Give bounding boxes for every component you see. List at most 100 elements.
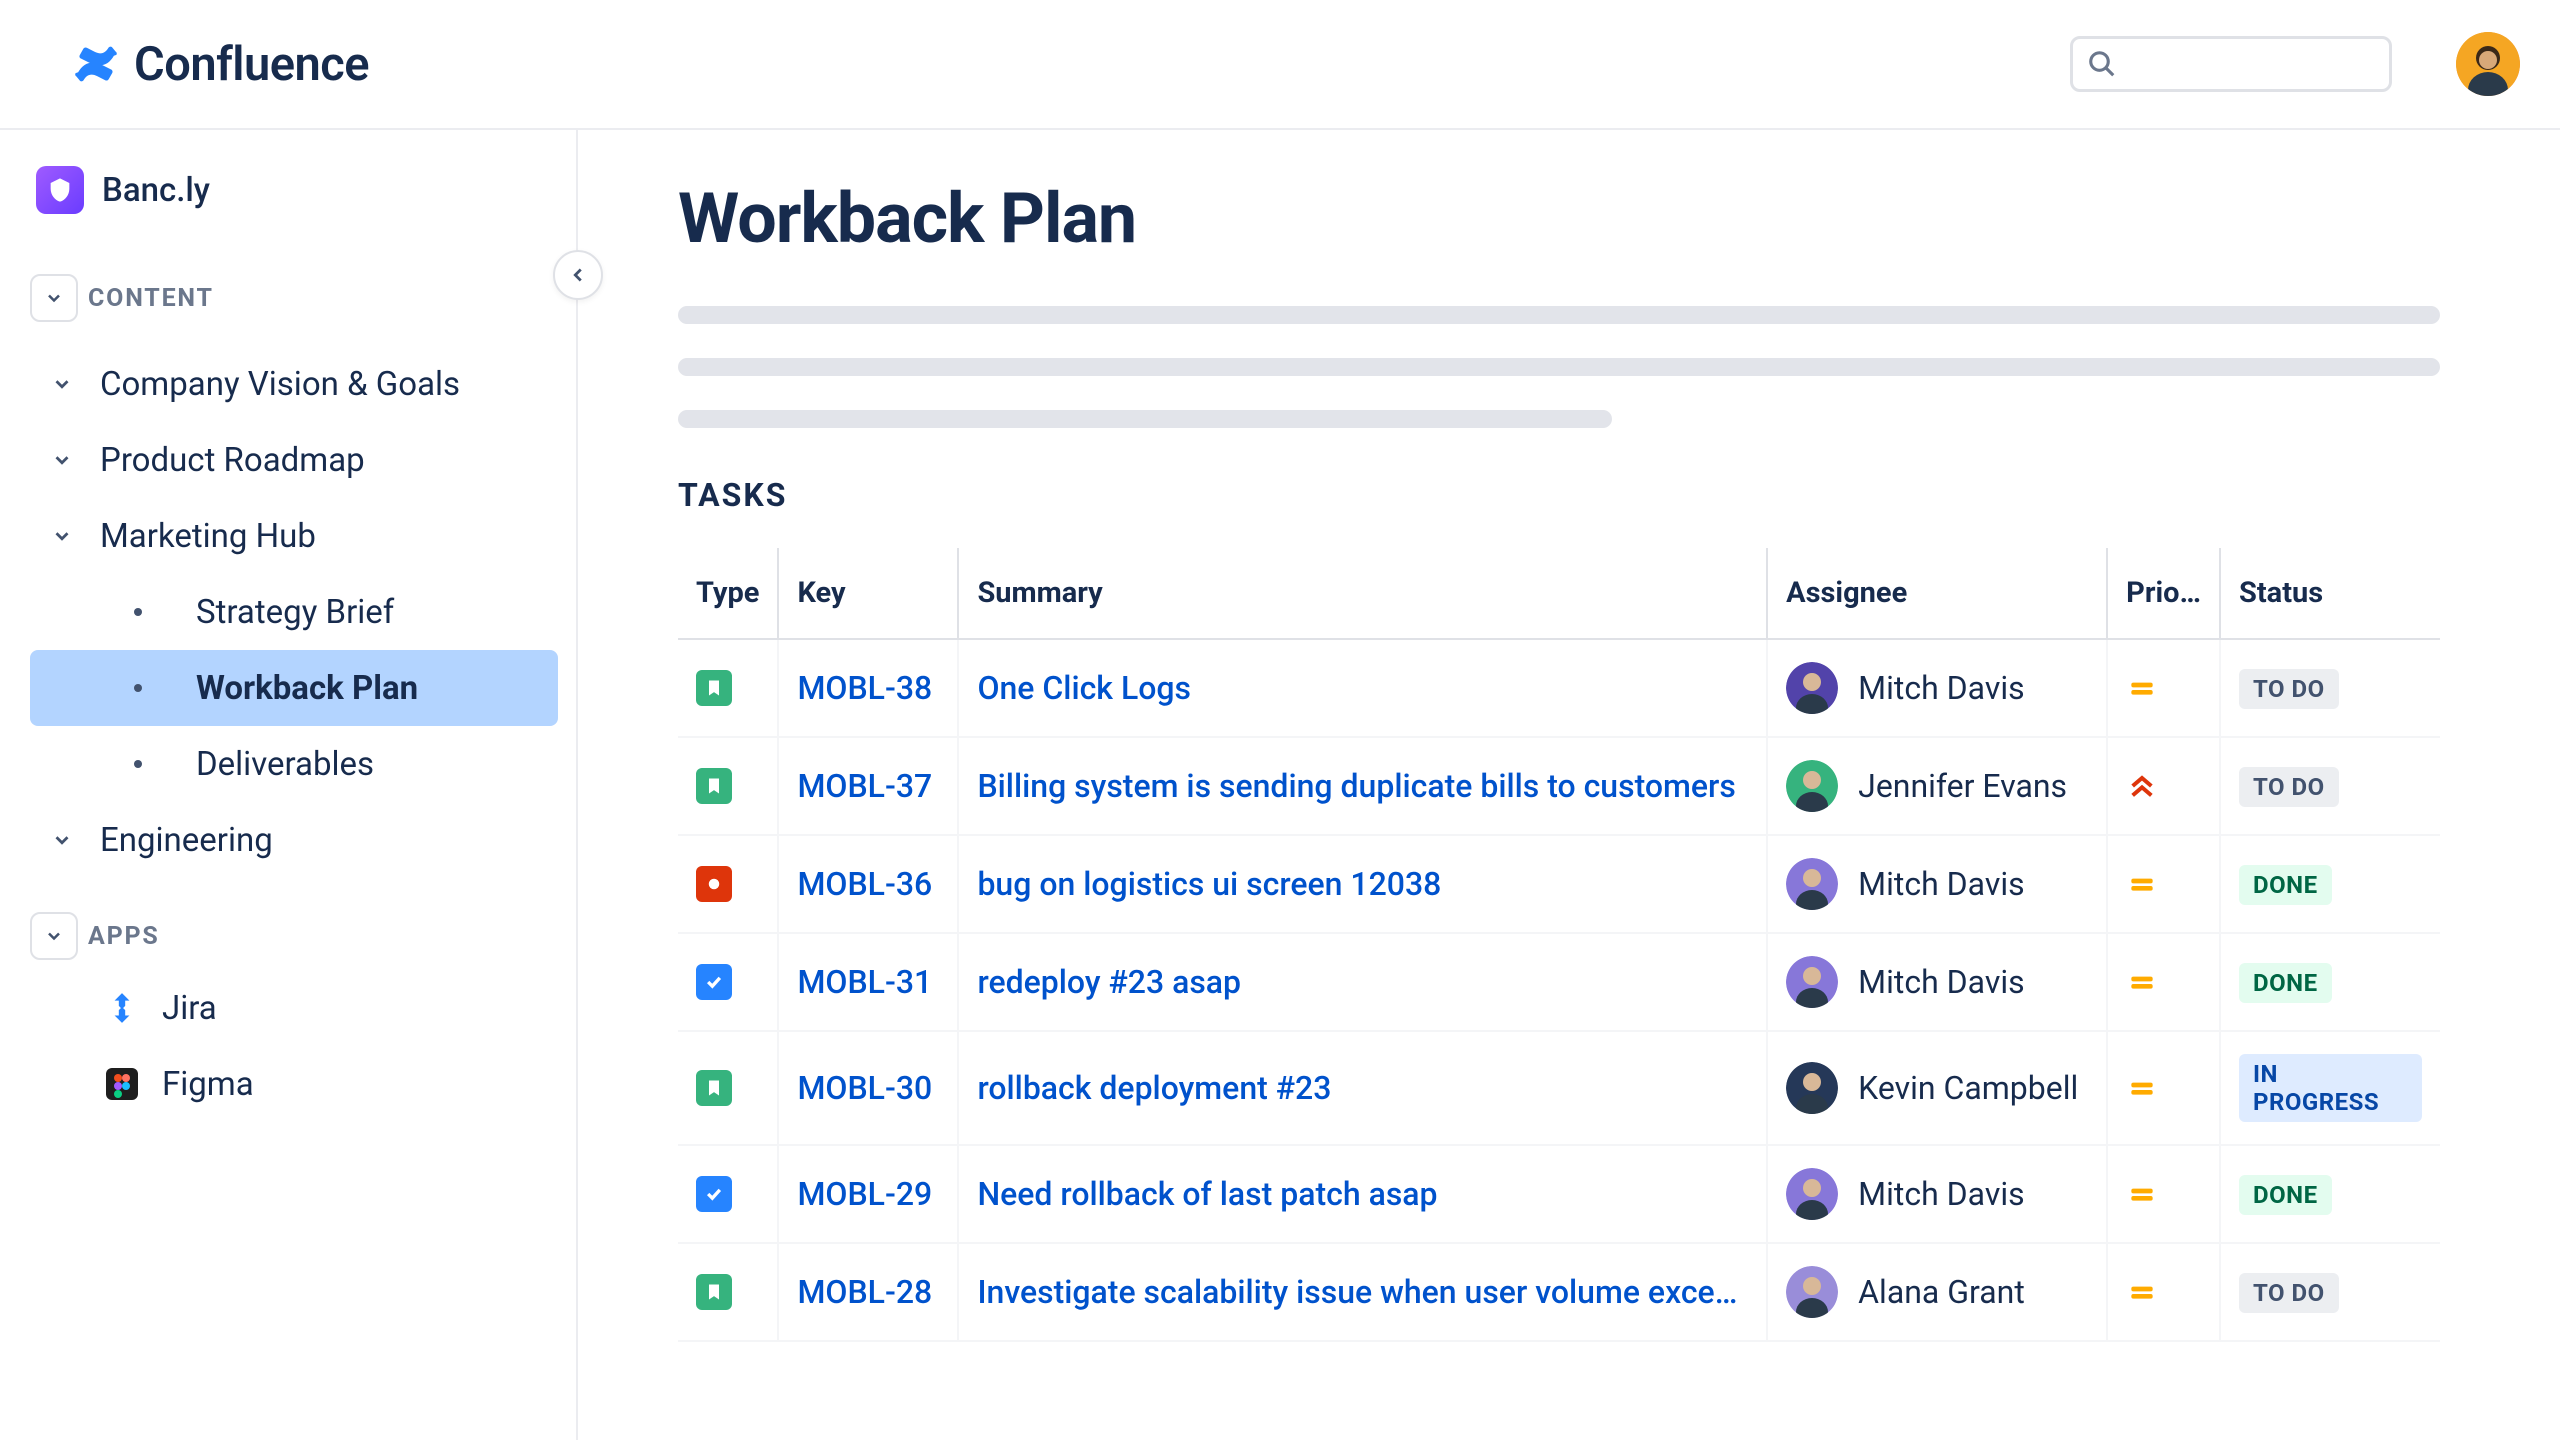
- issue-summary-link[interactable]: rollback deployment #23: [977, 1069, 1331, 1107]
- cell-type: [678, 639, 778, 737]
- bug-icon: [696, 866, 732, 902]
- chevron-down-icon: [30, 274, 78, 322]
- status-badge: IN PROGRESS: [2239, 1054, 2422, 1122]
- app-item-figma[interactable]: Figma: [30, 1046, 558, 1122]
- priority-medium-icon: [2126, 672, 2158, 704]
- search-input[interactable]: [2070, 36, 2392, 92]
- cell-status: TO DO: [2220, 737, 2440, 835]
- tasks-table: Type Key Summary Assignee Prio… Status M…: [678, 548, 2440, 1342]
- space-name: Banc.ly: [102, 171, 210, 210]
- issue-summary-link[interactable]: Need rollback of last patch asap: [977, 1175, 1437, 1213]
- assignee-name: Mitch Davis: [1858, 865, 2024, 903]
- topbar: Confluence: [0, 0, 2560, 130]
- cell-priority: [2107, 737, 2220, 835]
- sidebar-item[interactable]: Engineering: [30, 802, 558, 878]
- priority-medium-icon: [2126, 966, 2158, 998]
- cell-type: [678, 1031, 778, 1145]
- status-badge: TO DO: [2239, 669, 2339, 709]
- column-summary[interactable]: Summary: [958, 548, 1767, 639]
- cell-key: MOBL-28: [778, 1243, 958, 1341]
- chevron-down-icon: [48, 373, 76, 395]
- story-icon: [696, 1274, 732, 1310]
- sidebar-item-label: Company Vision & Goals: [100, 365, 460, 404]
- cell-key: MOBL-29: [778, 1145, 958, 1243]
- issue-summary-link[interactable]: One Click Logs: [977, 669, 1191, 707]
- cell-assignee: Mitch Davis: [1767, 1145, 2107, 1243]
- assignee-avatar: [1786, 1062, 1838, 1114]
- content-tree: Company Vision & Goals Product Roadmap Mar…: [30, 346, 558, 878]
- logo[interactable]: Confluence: [74, 37, 369, 92]
- table-row[interactable]: MOBL-30rollback deployment #23Kevin Camp…: [678, 1031, 2440, 1145]
- cell-type: [678, 1243, 778, 1341]
- search-icon: [2087, 49, 2117, 79]
- table-row[interactable]: MOBL-31 redeploy #23 asap Mitch Davis DONE: [678, 933, 2440, 1031]
- issue-key-link[interactable]: MOBL-37: [797, 767, 932, 805]
- table-row[interactable]: MOBL-38 One Click Logs Mitch Davis TO DO: [678, 639, 2440, 737]
- sidebar-item[interactable]: Product Roadmap: [30, 422, 558, 498]
- cell-summary: One Click Logs: [958, 639, 1767, 737]
- assignee-avatar: [1786, 1168, 1838, 1220]
- jira-icon: [104, 990, 140, 1026]
- table-row[interactable]: MOBL-29 Need rollback of last patch asap M…: [678, 1145, 2440, 1243]
- column-key[interactable]: Key: [778, 548, 958, 639]
- brand-name: Confluence: [134, 37, 369, 92]
- cell-priority: [2107, 1031, 2220, 1145]
- sidebar-item[interactable]: Workback Plan: [30, 650, 558, 726]
- story-icon: [696, 768, 732, 804]
- priority-medium-icon: [2126, 868, 2158, 900]
- column-status[interactable]: Status: [2220, 548, 2440, 639]
- column-type[interactable]: Type: [678, 548, 778, 639]
- user-avatar[interactable]: [2456, 32, 2520, 96]
- main-content: Workback Plan TASKS Type Key Summary Ass…: [578, 130, 2560, 1440]
- table-row[interactable]: MOBL-28 Investigate scalability issue whe…: [678, 1243, 2440, 1341]
- sidebar-item[interactable]: Deliverables: [30, 726, 558, 802]
- bullet-icon: [134, 608, 142, 616]
- sidebar-item[interactable]: Marketing Hub: [30, 498, 558, 574]
- table-row[interactable]: MOBL-36 bug on logistics ui screen 12038 M…: [678, 835, 2440, 933]
- content-section-header[interactable]: CONTENT: [30, 264, 558, 332]
- assignee-name: Mitch Davis: [1858, 963, 2024, 1001]
- assignee-name: Mitch Davis: [1858, 669, 2024, 707]
- space-selector[interactable]: Banc.ly: [30, 154, 558, 226]
- app-item-jira[interactable]: Jira: [30, 970, 558, 1046]
- cell-priority: [2107, 1145, 2220, 1243]
- table-row[interactable]: MOBL-37 Billing system is sending duplica…: [678, 737, 2440, 835]
- issue-key-link[interactable]: MOBL-28: [797, 1273, 932, 1311]
- issue-key-link[interactable]: MOBL-29: [797, 1175, 932, 1213]
- issue-summary-link[interactable]: bug on logistics ui screen 12038: [977, 865, 1441, 903]
- collapse-sidebar-button[interactable]: [553, 250, 603, 300]
- issue-key-link[interactable]: MOBL-30: [797, 1069, 932, 1107]
- cell-priority: [2107, 1243, 2220, 1341]
- priority-highest-icon: [2126, 770, 2158, 802]
- issue-key-link[interactable]: MOBL-31: [797, 963, 932, 1001]
- issue-summary-link[interactable]: redeploy #23 asap: [977, 963, 1241, 1001]
- apps-section-header[interactable]: APPS: [30, 902, 558, 970]
- space-icon: [36, 166, 84, 214]
- cell-status: DONE: [2220, 835, 2440, 933]
- cell-key: MOBL-36: [778, 835, 958, 933]
- issue-summary-link[interactable]: Billing system is sending duplicate bill…: [977, 767, 1735, 805]
- chevron-down-icon: [48, 449, 76, 471]
- issue-summary-link[interactable]: Investigate scalability issue when user …: [977, 1273, 1737, 1311]
- sidebar-item-label: Product Roadmap: [100, 441, 365, 480]
- tasks-heading: TASKS: [678, 476, 2440, 514]
- cell-type: [678, 835, 778, 933]
- cell-key: MOBL-30: [778, 1031, 958, 1145]
- column-priority[interactable]: Prio…: [2107, 548, 2220, 639]
- priority-medium-icon: [2126, 1072, 2158, 1104]
- assignee-avatar: [1786, 760, 1838, 812]
- cell-status: DONE: [2220, 1145, 2440, 1243]
- cell-summary: redeploy #23 asap: [958, 933, 1767, 1031]
- status-badge: TO DO: [2239, 767, 2339, 807]
- column-assignee[interactable]: Assignee: [1767, 548, 2107, 639]
- issue-key-link[interactable]: MOBL-36: [797, 865, 932, 903]
- sidebar-item[interactable]: Company Vision & Goals: [30, 346, 558, 422]
- cell-key: MOBL-37: [778, 737, 958, 835]
- cell-type: [678, 737, 778, 835]
- sidebar-item[interactable]: Strategy Brief: [30, 574, 558, 650]
- cell-status: DONE: [2220, 933, 2440, 1031]
- task-icon: [696, 1176, 732, 1212]
- assignee-name: Alana Grant: [1858, 1273, 2025, 1311]
- cell-assignee: Mitch Davis: [1767, 933, 2107, 1031]
- issue-key-link[interactable]: MOBL-38: [797, 669, 932, 707]
